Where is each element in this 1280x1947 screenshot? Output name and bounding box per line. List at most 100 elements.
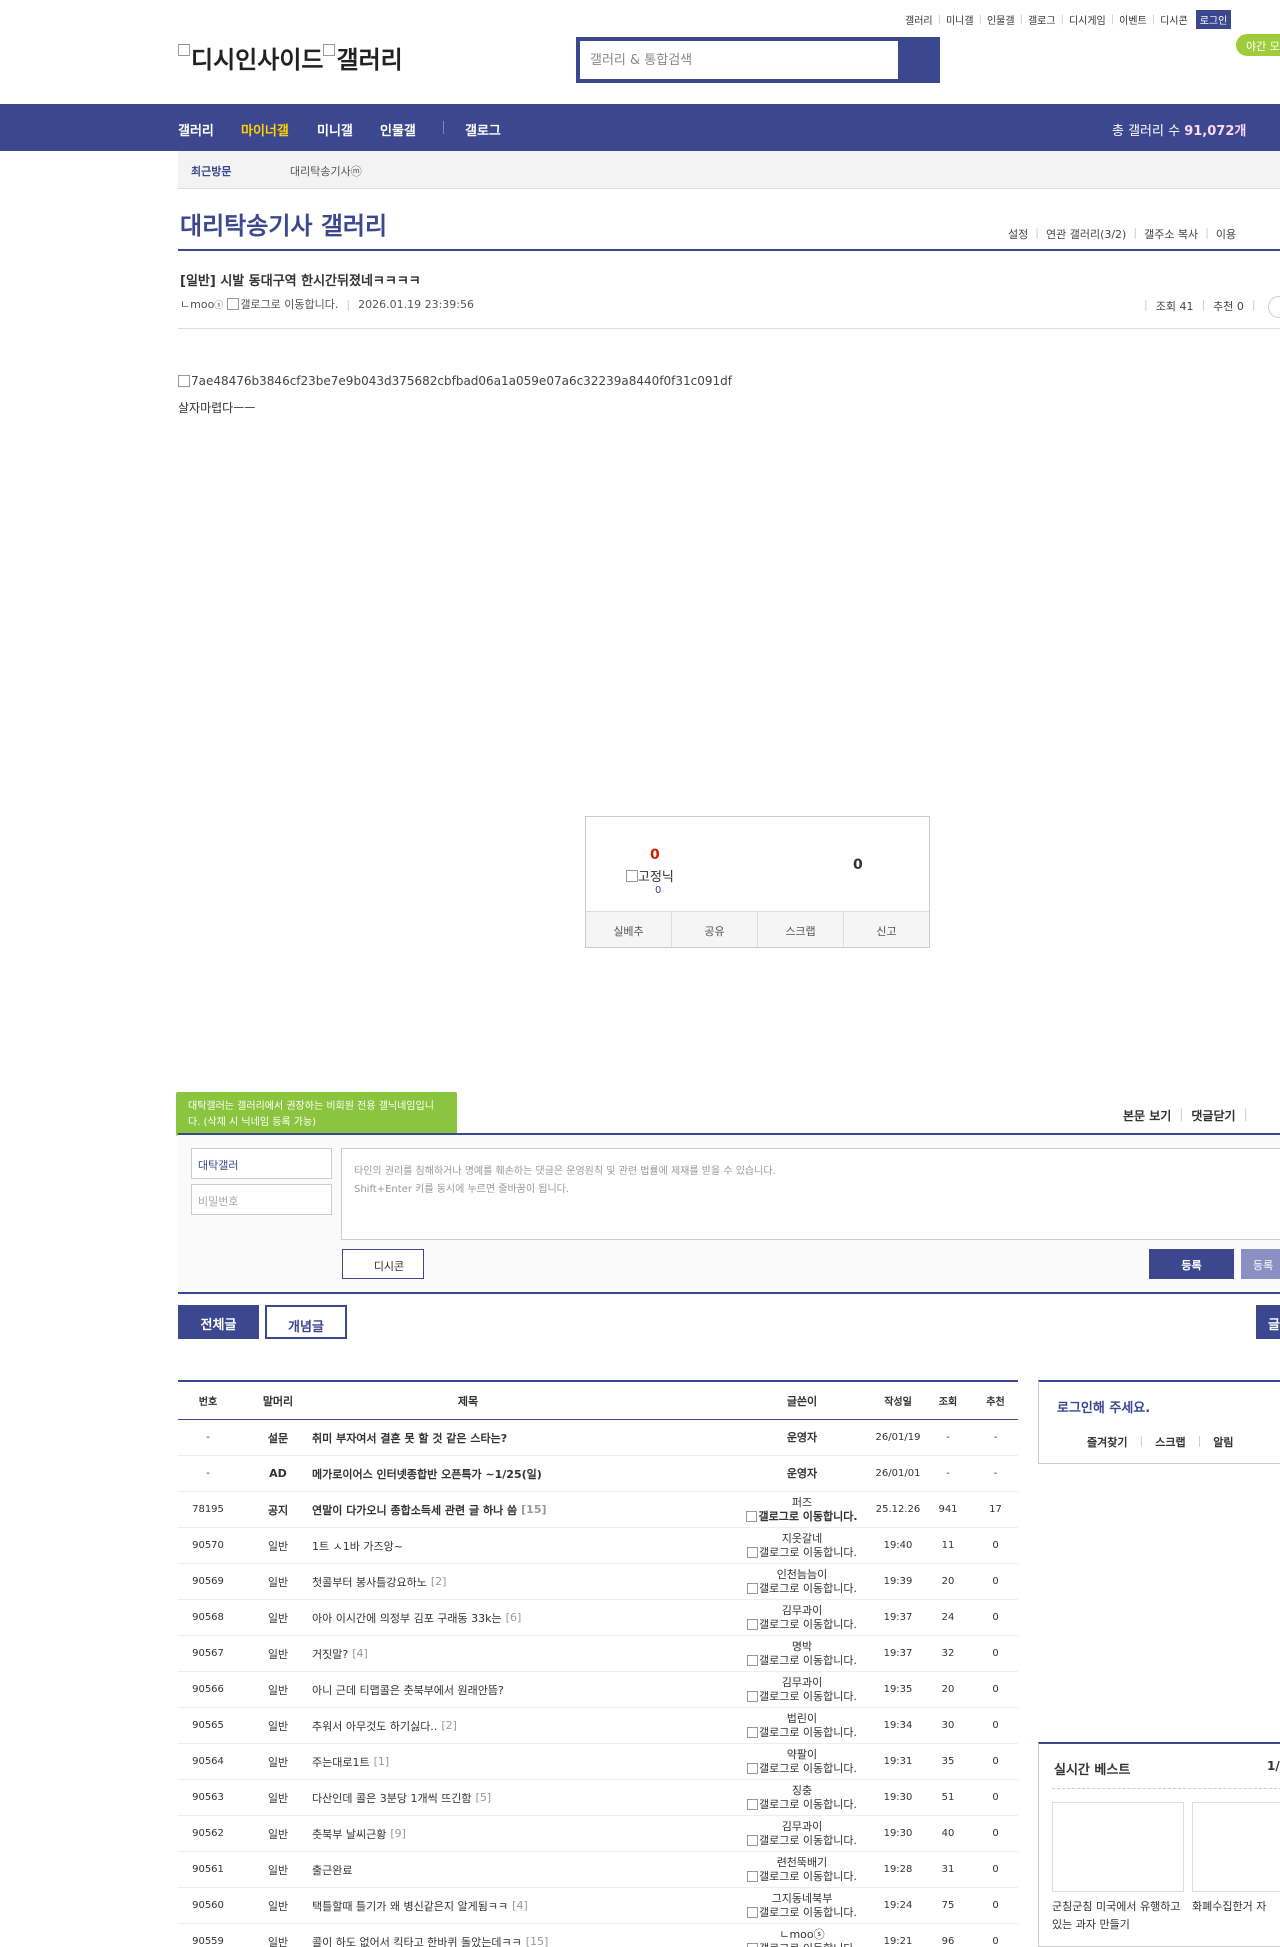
gallog-link[interactable]: 갤로그로 이동합니다. xyxy=(240,296,338,312)
post-title-link[interactable]: 주는대로1트 [1] xyxy=(312,1744,722,1779)
table-row[interactable]: 90559 일반 콜이 하도 없어서 킥타고 한바퀴 돌았는데ㅋㅋ [15] ㄴmooⓢ… xyxy=(178,1924,1018,1947)
post-title-text[interactable]: 택틀할때 틀기가 왜 병신같은지 알게됨ㅋㅋ xyxy=(312,1898,508,1914)
post-title-link[interactable]: 택틀할때 틀기가 왜 병신같은지 알게됨ㅋㅋ [4] xyxy=(312,1888,722,1923)
reply-count[interactable]: [15] xyxy=(526,1935,549,1947)
scrap-button[interactable]: 스크랩 xyxy=(757,912,843,947)
writer-cell[interactable]: 징충 갤로그로 이동합니다. xyxy=(746,1784,857,1812)
reply-count[interactable]: [6] xyxy=(506,1611,522,1624)
writer-cell[interactable]: 련천뚝배기 갤로그로 이동합니다. xyxy=(746,1856,857,1884)
post-title-link[interactable]: 아니 근데 티맵콜은 춧북부에서 원래안뜸? xyxy=(312,1672,722,1707)
reply-count[interactable]: [4] xyxy=(352,1647,368,1660)
comment-submit-button[interactable]: 등록 xyxy=(1149,1249,1234,1279)
night-mode-button[interactable]: 야간 모 xyxy=(1236,34,1280,56)
gallog-link[interactable]: 갤로그로 이동합니다. xyxy=(746,1690,857,1704)
login-prompt[interactable]: 로그인해 주세요. xyxy=(1057,1397,1150,1416)
post-author[interactable]: ㄴmoo xyxy=(180,296,214,312)
topnav-mini[interactable]: 미니갤 xyxy=(946,12,974,27)
gallog-link[interactable]: 갤로그로 이동합니다. xyxy=(746,1726,857,1740)
notification-link[interactable]: 알림 xyxy=(1213,1434,1233,1450)
table-row[interactable]: - 설문 취미 부자여서 결혼 못 할 것 같은 스타는? 운영자 26/01/19 - - xyxy=(178,1420,1018,1456)
post-title-link[interactable]: 다산인데 콜은 3분당 1개씩 뜨긴함 [5] xyxy=(312,1780,722,1815)
table-row[interactable]: 90560 일반 택틀할때 틀기가 왜 병신같은지 알게됨ㅋㅋ [4] 그지동네북부 갤로… xyxy=(178,1888,1018,1924)
post-title-text[interactable]: 아아 이시간에 의정부 김포 구래동 33k는 xyxy=(312,1610,502,1626)
writer-cell[interactable]: 김무과이 갤로그로 이동합니다. xyxy=(746,1604,857,1632)
tab-all-posts[interactable]: 전체글 xyxy=(178,1305,259,1339)
nickname-field[interactable]: 대탁갤러 xyxy=(191,1148,332,1179)
gallog-link[interactable]: 갤로그로 이동합니다. xyxy=(746,1906,857,1920)
gallog-link[interactable]: 갤로그로 이동합니다. xyxy=(746,1582,857,1596)
table-row[interactable]: 90566 일반 아니 근데 티맵콜은 춧북부에서 원래안뜸? 김무과이 갤로그로 이동… xyxy=(178,1672,1018,1708)
reply-count[interactable]: [1] xyxy=(374,1755,390,1768)
post-title-text[interactable]: 1트 ㅅ1바 가즈앙~ xyxy=(312,1538,403,1554)
usage-link[interactable]: 이용 xyxy=(1216,226,1236,242)
post-title-text[interactable]: 추워서 아무것도 하기싫다.. xyxy=(312,1718,437,1734)
table-row[interactable]: 90564 일반 주는대로1트 [1] 약팔이 갤로그로 이동합니다. 19:31 35 0 xyxy=(178,1744,1018,1780)
post-title-link[interactable]: 춧북부 날씨근황 [9] xyxy=(312,1816,722,1851)
nav-gallog[interactable]: 갤로그 xyxy=(465,120,501,139)
writer-cell[interactable]: 퍼즈 갤로그로 이동합니다. xyxy=(746,1496,858,1524)
recent-visit-gallery-link[interactable]: 대리탁송기사ⓜ xyxy=(290,163,362,179)
gallery-settings-link[interactable]: 설정 xyxy=(1008,226,1028,242)
best-item-title[interactable]: 화폐수집한거 자 xyxy=(1192,1898,1280,1916)
topnav-person[interactable]: 인물갤 xyxy=(987,12,1015,27)
comment-textarea[interactable]: 타인의 권리를 침해하거나 명예를 훼손하는 댓글은 운영원칙 및 관련 법률에… xyxy=(341,1148,1280,1240)
post-title-link[interactable]: 추워서 아무것도 하기싫다.. [2] xyxy=(312,1708,722,1743)
upvote-button[interactable] xyxy=(610,827,710,903)
table-row[interactable]: 90563 일반 다산인데 콜은 3분당 1개씩 뜨긴함 [5] 징충 갤로그로 이동합니… xyxy=(178,1780,1018,1816)
gallog-link[interactable]: 갤로그로 이동합니다. xyxy=(746,1834,857,1848)
reply-count[interactable]: [4] xyxy=(512,1899,528,1912)
post-title-text[interactable]: 주는대로1트 xyxy=(312,1754,370,1770)
search-button[interactable] xyxy=(898,41,936,79)
site-logo[interactable]: 디시인사이드 갤러리 xyxy=(178,40,403,75)
table-row[interactable]: 90568 일반 아아 이시간에 의정부 김포 구래동 33k는 [6] 김무과이 갤로그… xyxy=(178,1600,1018,1636)
login-button[interactable]: 로그인 xyxy=(1195,10,1232,29)
best-item-title[interactable]: 군침군침 미국에서 유행하고 있는 과자 만들기 xyxy=(1052,1898,1184,1934)
table-row[interactable]: 90565 일반 추워서 아무것도 하기싫다.. [2] 법린이 갤로그로 이동합니다. 1… xyxy=(178,1708,1018,1744)
post-title-link[interactable]: 첫콜부터 봉사틀강요하노 [2] xyxy=(312,1564,722,1599)
post-title-link[interactable]: 출근완료 xyxy=(312,1852,722,1887)
best-recommend-button[interactable]: 실베추 xyxy=(586,912,671,947)
post-title-link[interactable]: 취미 부자여서 결혼 못 할 것 같은 스타는? xyxy=(312,1420,722,1455)
write-button[interactable]: 글 xyxy=(1256,1305,1280,1339)
reply-count[interactable]: [2] xyxy=(431,1575,447,1588)
topnav-gallery[interactable]: 갤러리 xyxy=(905,12,933,27)
downvote-button[interactable] xyxy=(808,827,908,903)
writer-cell[interactable]: 그지동네북부 갤로그로 이동합니다. xyxy=(746,1892,857,1920)
nav-minor-gallery[interactable]: 마이너갤 xyxy=(241,120,289,139)
post-title-text[interactable]: 연말이 다가오니 종합소득세 관련 글 하나 씀 xyxy=(312,1502,517,1518)
post-title-text[interactable]: 출근완료 xyxy=(312,1862,352,1878)
topnav-dccon[interactable]: 디시콘 xyxy=(1160,12,1188,27)
post-title-link[interactable]: 연말이 다가오니 종합소득세 관련 글 하나 씀 [15] xyxy=(312,1492,722,1527)
reply-count[interactable]: [15] xyxy=(521,1503,546,1516)
writer-cell[interactable]: 약팔이 갤로그로 이동합니다. xyxy=(746,1748,857,1776)
tab-concept-posts[interactable]: 개념글 xyxy=(265,1305,347,1339)
table-row[interactable]: 90567 일반 거짓말? [4] 명박 갤로그로 이동합니다. 19:37 32 0 xyxy=(178,1636,1018,1672)
gallog-link[interactable]: 갤로그로 이동합니다. xyxy=(746,1546,857,1560)
post-title-link[interactable]: 거짓말? [4] xyxy=(312,1636,722,1671)
gallog-link[interactable]: 갤로그로 이동합니다. xyxy=(746,1618,857,1632)
post-title-link[interactable]: 콜이 하도 없어서 킥타고 한바퀴 돌았는데ㅋㅋ [15] xyxy=(312,1924,722,1947)
best-thumbnail[interactable] xyxy=(1192,1802,1280,1892)
close-comments-link[interactable]: 댓글닫기 xyxy=(1191,1107,1235,1124)
share-button[interactable]: 공유 xyxy=(671,912,757,947)
post-title-text[interactable]: 거짓말? xyxy=(312,1646,348,1662)
gallog-link[interactable]: 갤로그로 이동합니다. xyxy=(746,1870,857,1884)
view-body-link[interactable]: 본문 보기 xyxy=(1123,1107,1171,1124)
post-image[interactable]: 7ae48476b3846cf23be7e9b043d375682cbfbad0… xyxy=(178,374,732,388)
nav-mini-gallery[interactable]: 미니갤 xyxy=(317,120,353,139)
reply-count[interactable]: [9] xyxy=(390,1827,406,1840)
related-gallery-link[interactable]: 연관 갤러리(3/2) xyxy=(1046,226,1126,242)
nav-gallery[interactable]: 갤러리 xyxy=(178,120,214,139)
post-title-text[interactable]: 아니 근데 티맵콜은 춧북부에서 원래안뜸? xyxy=(312,1682,504,1698)
writer-cell[interactable]: 법린이 갤로그로 이동합니다. xyxy=(746,1712,857,1740)
table-row[interactable]: 90562 일반 춧북부 날씨근황 [9] 김무과이 갤로그로 이동합니다. 19:30 40… xyxy=(178,1816,1018,1852)
table-row[interactable]: 90561 일반 출근완료 련천뚝배기 갤로그로 이동합니다. 19:28 31 0 xyxy=(178,1852,1018,1888)
reply-count[interactable]: [2] xyxy=(441,1719,457,1732)
comment-submit-recommend-button[interactable]: 등록 xyxy=(1241,1249,1280,1279)
table-row[interactable]: 90569 일반 첫콜부터 봉사틀강요하노 [2] 인천늠늠이 갤로그로 이동합니다. 19… xyxy=(178,1564,1018,1600)
gallog-link[interactable]: 갤로그로 이동합니다. xyxy=(746,1942,857,1947)
table-row[interactable]: 78195 공지 연말이 다가오니 종합소득세 관련 글 하나 씀 [15] 퍼즈 갤로그… xyxy=(178,1492,1018,1528)
writer-cell[interactable]: 명박 갤로그로 이동합니다. xyxy=(746,1640,857,1668)
post-title-text[interactable]: 첫콜부터 봉사틀강요하노 xyxy=(312,1574,427,1590)
nav-person-gallery[interactable]: 인물갤 xyxy=(380,120,416,139)
